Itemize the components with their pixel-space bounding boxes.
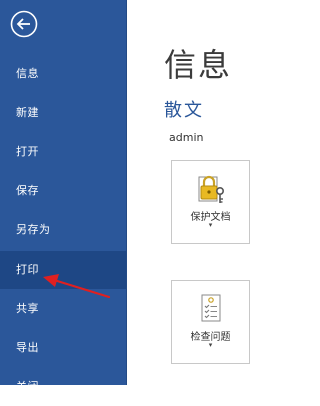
info-panel: 信息 散文 admin 保护文档 ▾ 检查问题 ▾: [127, 0, 261, 385]
sidebar-item-export[interactable]: 导出: [0, 329, 126, 367]
backstage-sidebar: 信息 新建 打开 保存 另存为 打印 共享 导出 关闭: [0, 0, 127, 393]
sidebar-item-open[interactable]: 打开: [0, 133, 126, 171]
sidebar-item-save-as[interactable]: 另存为: [0, 211, 126, 249]
protect-document-button[interactable]: 保护文档 ▾: [171, 160, 250, 244]
sidebar-item-new[interactable]: 新建: [0, 94, 126, 132]
chevron-down-icon: ▾: [208, 221, 213, 229]
back-arrow-icon[interactable]: [10, 10, 38, 38]
chevron-down-icon: ▾: [208, 341, 213, 349]
page-title: 信息: [164, 46, 233, 84]
document-name: 散文: [164, 100, 204, 121]
sidebar-item-info[interactable]: 信息: [0, 55, 126, 93]
sidebar-item-save[interactable]: 保存: [0, 172, 126, 210]
sidebar-item-close[interactable]: 关闭: [0, 368, 126, 406]
checklist-icon: [201, 294, 221, 322]
sidebar-item-share[interactable]: 共享: [0, 290, 126, 328]
inspect-document-button[interactable]: 检查问题 ▾: [171, 280, 250, 364]
document-path: admin: [169, 131, 204, 144]
sidebar-item-print[interactable]: 打印: [0, 251, 126, 289]
lock-key-icon: [198, 175, 224, 203]
